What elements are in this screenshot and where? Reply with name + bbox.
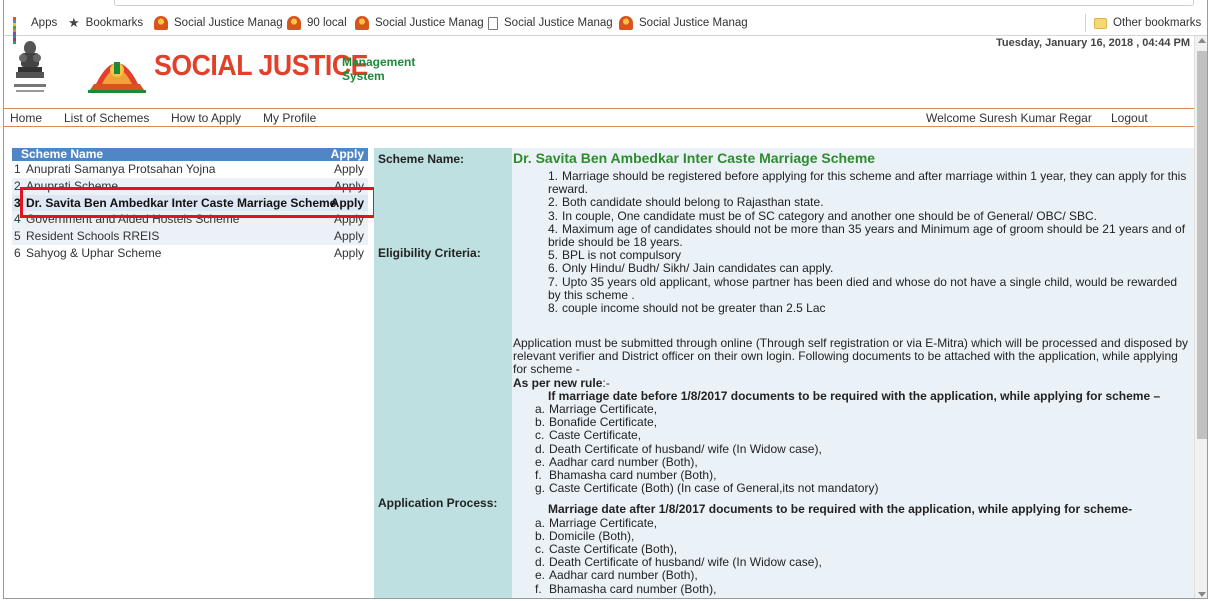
criteria-item: 7. Upto 35 years old applicant, whose par… bbox=[548, 274, 1178, 302]
apply-link[interactable]: Apply bbox=[334, 246, 364, 260]
bookmark-social-justice-2[interactable]: Social Justice Manag bbox=[355, 16, 484, 30]
bookmark-90-local[interactable]: 90 local bbox=[287, 16, 347, 30]
scheme-row[interactable]: 5 Resident Schools RREIS Apply bbox=[12, 228, 368, 245]
scheme-title: Dr. Savita Ben Ambedkar Inter Caste Marr… bbox=[513, 150, 876, 166]
doc-item: g. Caste Certificate (Both) (In case of G… bbox=[535, 481, 879, 496]
nav-home[interactable]: Home bbox=[10, 111, 42, 125]
apps-icon bbox=[13, 17, 25, 44]
scheme-name: Anuprati Samanya Protsahan Yojna bbox=[26, 162, 216, 176]
bookmark-label: Social Justice Manag bbox=[174, 17, 283, 29]
label-application-process: Application Process: bbox=[378, 496, 498, 510]
bookmark-other[interactable]: Other bookmarks bbox=[1094, 16, 1201, 30]
nav-how-to-apply[interactable]: How to Apply bbox=[171, 111, 241, 125]
scheme-list-header: Scheme Name Apply bbox=[12, 147, 368, 161]
bookmark-label: Social Justice Manag bbox=[375, 17, 484, 29]
eligibility-list: 1. Marriage should be registered before a… bbox=[548, 169, 1188, 316]
apply-link[interactable]: Apply bbox=[334, 162, 364, 176]
bookmark-label: Apps bbox=[31, 17, 58, 29]
scroll-up-arrow-icon[interactable] bbox=[1198, 38, 1206, 43]
main-nav: Home List of Schemes How to Apply My Pro… bbox=[4, 108, 1194, 127]
label-eligibility: Eligibility Criteria: bbox=[378, 246, 481, 260]
scheme-row[interactable]: 1 Anuprati Samanya Protsahan Yojna Apply bbox=[12, 161, 368, 178]
bookmark-label: Social Justice Manag bbox=[639, 17, 748, 29]
process-intro: Application must be submitted through on… bbox=[513, 336, 1189, 377]
scheme-number: 6 bbox=[14, 245, 21, 260]
after-docs-list: a. Marriage Certificate, b. Domicile (Both… bbox=[535, 516, 1189, 596]
bookmark-social-justice-4[interactable]: Social Justice Manag bbox=[619, 16, 748, 30]
bookmarks-divider bbox=[1085, 14, 1086, 32]
welcome-user: Welcome Suresh Kumar Regar bbox=[926, 111, 1092, 125]
current-datetime: Tuesday, January 16, 2018 , 04:44 PM bbox=[995, 37, 1190, 49]
emblem-icon bbox=[287, 16, 301, 30]
label-scheme-name: Scheme Name: bbox=[378, 152, 465, 166]
star-icon: ★ bbox=[68, 15, 80, 30]
bookmark-bookmarks[interactable]: ★ Bookmarks bbox=[68, 15, 144, 30]
detail-content: Dr. Savita Ben Ambedkar Inter Caste Marr… bbox=[512, 148, 1196, 598]
selection-highlight-box bbox=[20, 187, 376, 218]
bookmark-label: 90 local bbox=[307, 17, 347, 29]
bookmark-label: Social Justice Manag bbox=[504, 17, 613, 29]
criteria-item: 1. Marriage should be registered before a… bbox=[548, 169, 1187, 197]
emblem-icon bbox=[619, 16, 633, 30]
column-scheme-name: Scheme Name bbox=[21, 147, 104, 161]
application-process: Application must be submitted through on… bbox=[513, 336, 1189, 596]
browser-frame: Apps ★ Bookmarks Social Justice Manag 90… bbox=[3, 0, 1208, 599]
nav-my-profile[interactable]: My Profile bbox=[263, 111, 316, 125]
column-apply: Apply bbox=[330, 147, 364, 161]
bookmark-label: Other bookmarks bbox=[1113, 17, 1202, 29]
scheme-logo-icon bbox=[88, 62, 146, 93]
new-rule-heading: As per new rule:- bbox=[513, 375, 610, 390]
nav-list-of-schemes[interactable]: List of Schemes bbox=[64, 111, 149, 125]
criteria-item: 8. couple income should not be greater th… bbox=[548, 301, 826, 316]
logo-title: SOCIAL JUSTICE bbox=[154, 50, 368, 82]
before-docs-list: a. Marriage Certificate, b. Bonafide Certi… bbox=[535, 402, 1189, 496]
doc-item: f. Bhamasha card number (Both), bbox=[535, 581, 717, 596]
scheme-row[interactable]: 6 Sahyog & Uphar Scheme Apply bbox=[12, 245, 368, 262]
bookmark-social-justice-1[interactable]: Social Justice Manag bbox=[154, 16, 283, 30]
apply-link[interactable]: Apply bbox=[334, 229, 364, 243]
logo-subtitle-management: Management bbox=[342, 55, 416, 69]
folder-icon bbox=[1094, 17, 1107, 29]
site-header: SOCIAL JUSTICE Management System Tuesday… bbox=[4, 36, 1194, 108]
bookmark-label: Bookmarks bbox=[85, 17, 144, 29]
page-icon bbox=[488, 16, 498, 30]
scheme-name: Sahyog & Uphar Scheme bbox=[26, 245, 162, 260]
detail-labels: Scheme Name: Eligibility Criteria: Appli… bbox=[374, 148, 512, 598]
scroll-thumb[interactable] bbox=[1197, 51, 1207, 439]
logo-subtitle-system: System bbox=[342, 69, 385, 83]
scroll-down-arrow-icon[interactable] bbox=[1198, 592, 1206, 597]
scheme-number: 5 bbox=[14, 229, 21, 244]
emblem-icon bbox=[355, 16, 369, 30]
emblem-icon bbox=[154, 16, 168, 30]
criteria-item: 4. Maximum age of candidates should not b… bbox=[548, 221, 1186, 250]
bookmark-apps[interactable]: Apps bbox=[13, 16, 58, 44]
nav-logout[interactable]: Logout bbox=[1111, 111, 1148, 125]
state-emblem-icon bbox=[14, 41, 46, 92]
bookmarks-bar: Apps ★ Bookmarks Social Justice Manag 90… bbox=[4, 0, 1207, 44]
address-bar[interactable] bbox=[114, 0, 1194, 6]
page-scrollbar[interactable] bbox=[1194, 36, 1207, 598]
bookmark-social-justice-3[interactable]: Social Justice Manag bbox=[488, 16, 613, 30]
scheme-name: Resident Schools RREIS bbox=[26, 229, 160, 244]
scheme-detail: Scheme Name: Eligibility Criteria: Appli… bbox=[374, 148, 1196, 598]
scheme-number: 1 bbox=[14, 162, 21, 176]
